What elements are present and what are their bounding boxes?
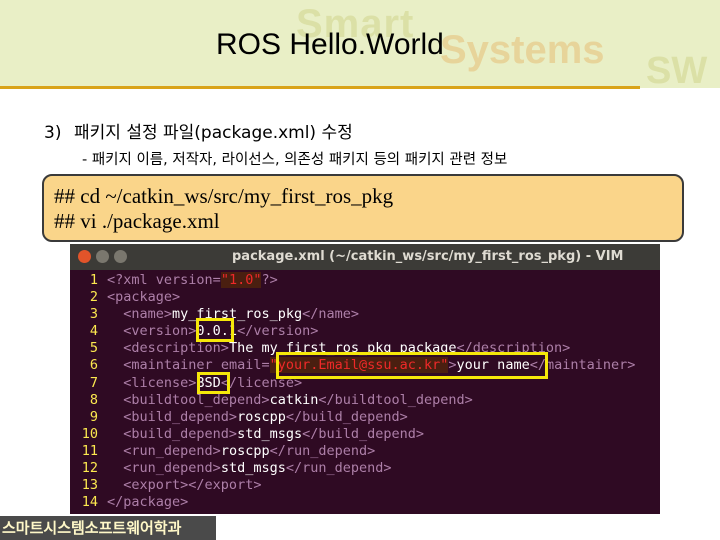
line-number: 13 bbox=[81, 477, 98, 494]
code-token: <name> bbox=[123, 306, 173, 323]
code-token: <run_depend> bbox=[123, 460, 221, 477]
code-token: </buildtool_depend> bbox=[318, 391, 473, 408]
command-line: ## vi ./package.xml bbox=[54, 209, 220, 233]
line-number: 6 bbox=[89, 357, 98, 374]
highlight-license-box bbox=[197, 372, 230, 394]
code-line[interactable]: 13 <export></export> bbox=[70, 477, 660, 494]
code-line[interactable]: 8 <buildtool_depend>catkin</buildtool_de… bbox=[70, 392, 660, 409]
code-token: </package> bbox=[107, 494, 189, 511]
code-line[interactable]: 14 </package> bbox=[70, 494, 660, 511]
close-window-button[interactable] bbox=[78, 250, 91, 263]
slide-title: ROS Hello.World bbox=[216, 28, 444, 61]
terminal-titlebar: package.xml (~/catkin_ws/src/my_first_ro… bbox=[70, 244, 660, 270]
highlight-maintainer-box bbox=[276, 352, 548, 379]
line-number: 1 bbox=[89, 272, 98, 288]
code-token: <package> bbox=[107, 289, 181, 306]
code-token: </name> bbox=[302, 306, 359, 323]
code-token: <buildtool_depend> bbox=[123, 391, 270, 408]
code-token: <export> bbox=[123, 477, 189, 494]
line-number: 2 bbox=[89, 289, 98, 306]
terminal-title: package.xml (~/catkin_ws/src/my_first_ro… bbox=[232, 249, 624, 264]
code-line[interactable]: 12 <run_depend>std_msgs</run_depend> bbox=[70, 460, 660, 477]
code-token: version= bbox=[155, 272, 221, 288]
code-token: <build_depend> bbox=[123, 425, 238, 442]
code-token: </export> bbox=[188, 477, 262, 494]
code-line[interactable]: 3 <name>my_first_ros_pkg</name> bbox=[70, 306, 660, 323]
step-number: 3) bbox=[44, 123, 62, 143]
code-line[interactable]: 11 <run_depend>roscpp</run_depend> bbox=[70, 443, 660, 460]
code-line[interactable]: 4 <version>0.0.1</version> bbox=[70, 323, 660, 340]
terminal-window: package.xml (~/catkin_ws/src/my_first_ro… bbox=[70, 244, 660, 514]
command-box: ## cd ~/catkin_ws/src/my_first_ros_pkg #… bbox=[42, 174, 684, 242]
line-number: 8 bbox=[89, 391, 98, 408]
code-token: my_first_ros_pkg bbox=[172, 306, 303, 323]
line-number: 3 bbox=[89, 306, 98, 323]
code-token: roscpp bbox=[237, 408, 286, 425]
line-number: 11 bbox=[81, 442, 98, 459]
line-number: 14 bbox=[81, 494, 98, 511]
code-line[interactable]: 9 <build_depend>roscpp</build_depend> bbox=[70, 409, 660, 426]
code-line[interactable]: 10 <build_depend>std_msgs</build_depend> bbox=[70, 426, 660, 443]
code-token: catkin bbox=[269, 391, 319, 408]
code-token: ?> bbox=[261, 272, 278, 288]
highlight-version-box bbox=[196, 318, 234, 342]
command-line: ## cd ~/catkin_ws/src/my_first_ros_pkg bbox=[54, 184, 394, 208]
code-token: </run_depend> bbox=[269, 442, 376, 459]
code-token: <build_depend> bbox=[123, 408, 238, 425]
slide-header: Smart Systems SW ROS Hello.World bbox=[0, 0, 720, 92]
line-number: 12 bbox=[81, 460, 98, 477]
maximize-window-button[interactable] bbox=[114, 250, 127, 263]
code-token: "1.0" bbox=[220, 272, 262, 288]
step-description: - 패키지 이름, 저작자, 라이선스, 의존성 패키지 등의 패키지 관련 정… bbox=[82, 152, 508, 168]
minimize-window-button[interactable] bbox=[96, 250, 109, 263]
watermark-systems: Systems bbox=[440, 28, 605, 72]
code-token: std_msgs bbox=[220, 460, 286, 477]
code-token: </version> bbox=[237, 323, 319, 340]
code-token: <version> bbox=[123, 323, 197, 340]
code-token: </run_depend> bbox=[285, 460, 392, 477]
step-text: 패키지 설정 파일(package.xml) 수정 bbox=[74, 123, 353, 143]
footer-badge: 스마트시스템소프트웨어학과 bbox=[0, 516, 216, 540]
code-token: </build_depend> bbox=[302, 425, 425, 442]
code-token: std_msgs bbox=[237, 425, 303, 442]
header-divider bbox=[0, 86, 640, 89]
code-line[interactable]: 1 <?xml version="1.0"?> bbox=[70, 272, 660, 289]
watermark-sw: SW bbox=[646, 50, 708, 92]
department-name: 스마트시스템소프트웨어학과 bbox=[2, 519, 182, 537]
line-number: 7 bbox=[89, 374, 98, 391]
code-token: <?xml bbox=[107, 272, 156, 288]
code-token: <run_depend> bbox=[123, 442, 221, 459]
code-token: </build_depend> bbox=[285, 408, 408, 425]
code-token: roscpp bbox=[220, 442, 270, 459]
code-token: <description> bbox=[123, 340, 229, 357]
code-line[interactable]: 2 <package> bbox=[70, 289, 660, 306]
code-token: <license> bbox=[123, 374, 197, 391]
line-number: 5 bbox=[89, 340, 98, 357]
line-number: 4 bbox=[89, 323, 98, 340]
step-heading: 3) 패키지 설정 파일(package.xml) 수정 bbox=[44, 118, 353, 143]
line-number: 10 bbox=[81, 425, 98, 442]
editor-content[interactable]: 1 <?xml version="1.0"?> 2 <package> 3 <name>… bbox=[70, 272, 660, 511]
line-number: 9 bbox=[89, 408, 98, 425]
